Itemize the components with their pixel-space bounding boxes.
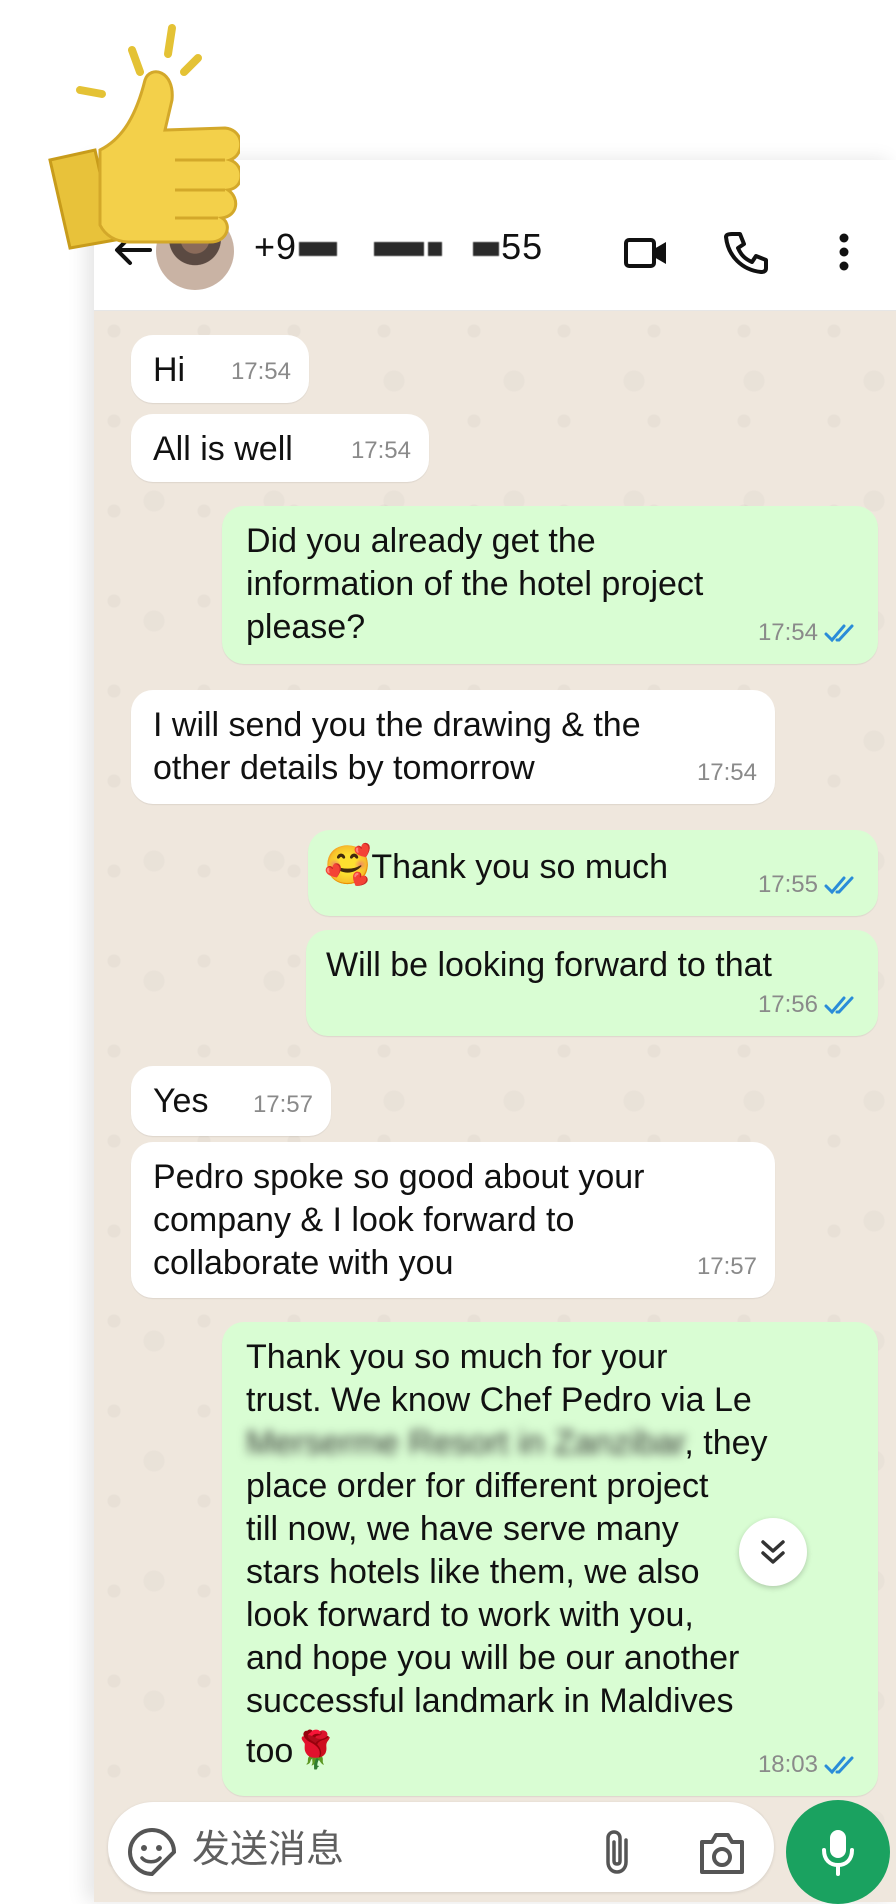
read-tick-icon — [824, 876, 854, 894]
message-text: All is well — [153, 430, 293, 468]
voice-message-button[interactable] — [786, 1800, 890, 1904]
message-incoming[interactable]: I will send you the drawing & the other … — [131, 690, 775, 804]
message-input[interactable] — [190, 1818, 574, 1880]
thumbs-up-sticker — [40, 10, 243, 250]
message-time: 17:54 — [757, 619, 818, 646]
message-line: Did you already get the — [246, 522, 596, 560]
message-time: 17:55 — [757, 871, 818, 898]
redacted-text: Merserme Resort in Zanzibar — [246, 1424, 685, 1462]
attach-icon[interactable] — [598, 1828, 640, 1878]
message-time: 17:54 — [350, 437, 411, 464]
message-line: successful landmark in Maldives — [246, 1682, 734, 1720]
message-incoming[interactable]: All is well 17:54 — [131, 414, 429, 482]
message-line: look forward to work with you, — [246, 1596, 694, 1634]
message-line: collaborate with you — [153, 1244, 454, 1282]
smiling-face-hearts-emoji: 🥰 — [324, 843, 372, 887]
message-time: 17:56 — [757, 991, 818, 1018]
message-time: 17:57 — [252, 1091, 313, 1118]
more-options-icon[interactable] — [820, 228, 868, 276]
thumbs-up-icon — [48, 24, 243, 250]
read-tick-icon — [824, 1756, 854, 1774]
message-line: place order for different project — [246, 1467, 709, 1505]
message-outgoing[interactable]: 🥰Thank you so much 17:55 — [308, 830, 878, 916]
message-line: company & I look forward to — [153, 1201, 575, 1239]
mic-icon — [822, 1830, 854, 1876]
message-text: Yes — [153, 1082, 209, 1120]
message-time: 18:03 — [757, 1751, 818, 1778]
sticker-icon[interactable] — [126, 1826, 178, 1878]
rose-emoji: 🌹 — [293, 1730, 339, 1771]
message-line: Merserme Resort in Zanzibar, they — [246, 1424, 768, 1462]
message-line: trust. We know Chef Pedro via Le — [246, 1381, 752, 1419]
contact-name[interactable]: +9 55 — [254, 226, 543, 268]
message-time: 17:57 — [696, 1253, 757, 1280]
camera-icon[interactable] — [696, 1830, 748, 1876]
scroll-to-bottom-button[interactable] — [739, 1518, 807, 1586]
read-tick-icon — [824, 996, 854, 1014]
message-incoming[interactable]: Hi 17:54 — [131, 335, 309, 403]
message-line: I will send you the drawing & the — [153, 706, 641, 744]
message-line: and hope you will be our another — [246, 1639, 740, 1677]
video-call-icon[interactable] — [622, 228, 670, 276]
message-line: other details by tomorrow — [153, 749, 535, 787]
scroll-down-icon — [761, 1540, 785, 1564]
read-tick-icon — [824, 624, 854, 642]
message-text: Will be looking forward to that — [326, 946, 772, 984]
message-outgoing[interactable]: Will be looking forward to that 17:56 — [306, 930, 878, 1036]
message-incoming[interactable]: Pedro spoke so good about your company &… — [131, 1142, 775, 1298]
message-line: information of the hotel project — [246, 565, 704, 603]
phone-icon[interactable] — [722, 228, 770, 276]
message-line: Pedro spoke so good about your — [153, 1158, 645, 1196]
message-time: 17:54 — [696, 759, 757, 786]
message-time: 17:54 — [230, 358, 291, 385]
message-text: Thank you so much — [371, 848, 669, 886]
message-incoming[interactable]: Yes 17:57 — [131, 1066, 331, 1136]
message-outgoing[interactable]: Did you already get the information of t… — [222, 506, 878, 664]
message-line: Thank you so much for your — [246, 1338, 668, 1376]
message-text: Hi — [153, 351, 186, 389]
